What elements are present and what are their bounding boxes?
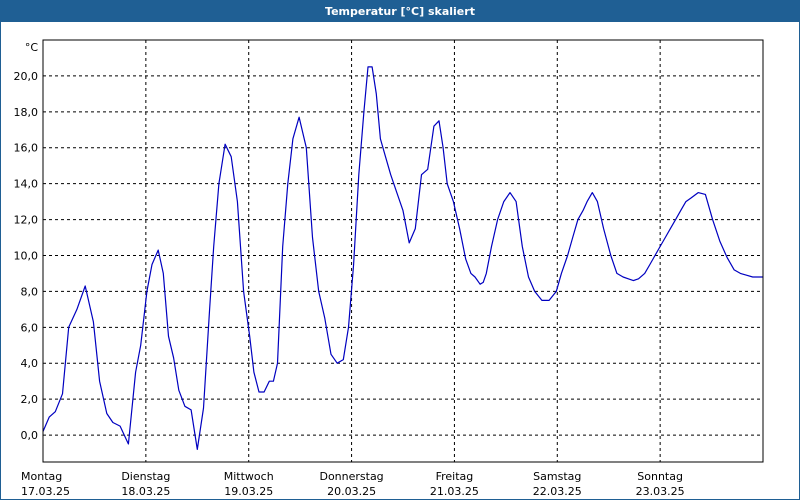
x-tick-day: Mittwoch — [224, 470, 274, 483]
x-tick-date: 23.03.25 — [636, 485, 685, 498]
y-tick-label: 10,0 — [14, 249, 39, 262]
x-tick-day: Sonntag — [637, 470, 683, 483]
x-tick-date: 19.03.25 — [224, 485, 273, 498]
y-tick-label: 8,0 — [21, 285, 39, 298]
x-tick-date: 21.03.25 — [430, 485, 479, 498]
x-axis-labels: Montag 17.03.25 Dienstag 18.03.25 Mittwoch 19… — [21, 470, 685, 498]
x-tick-day: Donnerstag — [319, 470, 383, 483]
chart-window: Temperatur [°C] skaliert 0,0 2,0 4,0 6,0 8,0… — [0, 0, 800, 500]
y-tick-label: 20,0 — [14, 70, 39, 83]
x-tick-date: 18.03.25 — [121, 485, 170, 498]
y-axis-labels: 0,0 2,0 4,0 6,0 8,0 10,0 12,0 14,0 16,0 18,0 20,0 — [14, 70, 39, 442]
y-tick-label: 6,0 — [21, 321, 39, 334]
x-tick-day: Samstag — [533, 470, 581, 483]
y-tick-label: 16,0 — [14, 142, 39, 155]
x-tick-date: 20.03.25 — [327, 485, 376, 498]
grid — [43, 40, 763, 462]
y-unit-label: °C — [25, 41, 39, 54]
y-tick-label: 0,0 — [21, 429, 39, 442]
y-tick-label: 4,0 — [21, 357, 39, 370]
series-line — [42, 66, 763, 450]
y-tick-label: 14,0 — [14, 178, 39, 191]
temperature-chart: 0,02,04,06,08,010,012,014,016,018,020,0 … — [14, 39, 764, 498]
x-tick-date: 22.03.25 — [533, 485, 582, 498]
y-tick-label: 12,0 — [14, 214, 39, 227]
x-tick-day: Dienstag — [121, 470, 170, 483]
y-tick-label: 2,0 — [21, 393, 39, 406]
x-tick-day: Montag — [21, 470, 62, 483]
x-tick-day: Freitag — [436, 470, 474, 483]
series — [42, 66, 763, 450]
y-tick-label: 18,0 — [14, 106, 39, 119]
x-tick-date: 17.03.25 — [21, 485, 70, 498]
